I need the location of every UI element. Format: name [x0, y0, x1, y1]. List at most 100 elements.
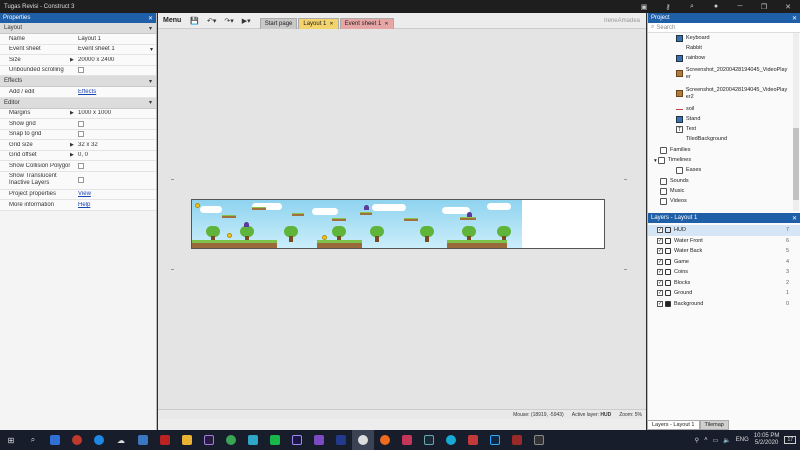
property-margins[interactable]: Margins ▶ 1000 x 1000	[0, 108, 156, 119]
app-icon[interactable]	[396, 430, 418, 450]
firefox-icon[interactable]	[374, 430, 396, 450]
project-item-timelines[interactable]: ▾ Timelines	[648, 155, 800, 165]
app-icon[interactable]	[242, 430, 264, 450]
app-icon[interactable]	[66, 430, 88, 450]
search-icon[interactable]: ⌕	[680, 0, 704, 13]
visibility-checkbox[interactable]: ✓	[657, 279, 663, 286]
property-show-translucent-inactive-layers[interactable]: Show Translucent Inactive Layers	[0, 171, 156, 190]
value-field[interactable]: 1000 x 1000	[78, 110, 156, 116]
undo-icon[interactable]: ↶▾	[203, 17, 220, 25]
visibility-checkbox[interactable]: ✓	[657, 258, 663, 265]
checkbox[interactable]	[78, 67, 84, 74]
app-icon[interactable]	[330, 430, 352, 450]
layer-water-front[interactable]: ✓ Water Front 6	[648, 236, 800, 247]
expand-icon[interactable]: ▶	[70, 57, 78, 63]
user-name[interactable]: IreneAmadea	[604, 18, 646, 24]
section-effects[interactable]: Effects ▾	[0, 76, 156, 87]
checkbox-cell[interactable]	[78, 131, 156, 138]
steam-icon[interactable]	[418, 430, 440, 450]
chevron-down-icon[interactable]: ▾	[149, 99, 152, 106]
after-effects-icon[interactable]	[286, 430, 308, 450]
close-icon[interactable]: ✕	[792, 15, 797, 22]
notes-icon[interactable]: ▣	[632, 0, 656, 13]
layer-background[interactable]: ✓ Background 0	[648, 299, 800, 310]
property-size[interactable]: Size ▶ 20000 x 2400	[0, 55, 156, 66]
property-more-information[interactable]: More information Help	[0, 200, 156, 211]
section-editor[interactable]: Editor ▾	[0, 97, 156, 109]
play-icon[interactable]: ▶▾	[238, 17, 255, 25]
close-tab-icon[interactable]: ✕	[384, 21, 388, 27]
expand-icon[interactable]: ▶	[70, 142, 78, 148]
layout-bounds[interactable]	[191, 199, 605, 249]
project-item-keyboard[interactable]: Keyboard	[648, 33, 800, 43]
explorer-icon[interactable]	[176, 430, 198, 450]
close-button[interactable]: ✕	[776, 0, 800, 13]
minimize-button[interactable]: ─	[728, 0, 752, 13]
expand-icon[interactable]: ▶	[70, 152, 78, 158]
tab-start-page[interactable]: Start page	[259, 17, 298, 29]
photoshop-icon[interactable]	[484, 430, 506, 450]
visibility-checkbox[interactable]: ✓	[657, 237, 663, 244]
scroll-thumb[interactable]	[793, 128, 799, 200]
checkbox[interactable]	[78, 177, 84, 183]
chrome-icon[interactable]	[220, 430, 242, 450]
property-show-grid[interactable]: Show grid	[0, 119, 156, 130]
property-grid-offset[interactable]: Grid offset ▶ 0, 0	[0, 150, 156, 161]
unlock-icon[interactable]	[665, 279, 671, 286]
close-tab-icon[interactable]: ✕	[329, 21, 333, 27]
unlock-icon[interactable]	[665, 269, 671, 276]
project-item-stand[interactable]: Stand	[648, 114, 800, 124]
volume-icon[interactable]: 🔈	[723, 437, 730, 444]
tab-layout-1[interactable]: Layout 1 ✕	[298, 17, 339, 29]
project-item-screenshot-20200428194045-videoplayer[interactable]: Screenshot_20200428194045_VideoPlayer	[648, 64, 800, 84]
property-add-edit[interactable]: Add / edit Effects	[0, 87, 156, 98]
project-scrollbar[interactable]	[793, 33, 799, 211]
tab-layers-layout-1[interactable]: Layers - Layout 1	[647, 420, 700, 430]
menu-button[interactable]: Menu	[158, 17, 186, 24]
chevron-down-icon[interactable]: ▾	[149, 25, 152, 32]
account-icon[interactable]: ●	[704, 0, 728, 13]
project-item-music[interactable]: Music	[648, 186, 800, 196]
section-layout[interactable]: Layout ▾	[0, 23, 156, 34]
visibility-checkbox[interactable]: ✓	[657, 248, 663, 255]
property-show-collision-polygons[interactable]: Show Collision Polygons	[0, 161, 156, 172]
unlock-icon[interactable]	[665, 237, 671, 244]
layer-hud[interactable]: ✓ HUD 7	[648, 225, 800, 236]
save-icon[interactable]: 💾	[186, 17, 203, 25]
layout-view[interactable]	[158, 29, 646, 409]
start-icon[interactable]: ⊞	[0, 430, 22, 450]
search-input[interactable]: Search	[656, 25, 675, 31]
value-field[interactable]: Event sheet 1 ▾	[78, 46, 156, 53]
unlock-icon[interactable]	[665, 227, 671, 234]
layer-blocks[interactable]: ✓ Blocks 2	[648, 278, 800, 289]
link-cell[interactable]: View	[78, 191, 156, 197]
value-field[interactable]: 20000 x 2400	[78, 57, 156, 63]
people-icon[interactable]: ⚲	[695, 437, 699, 444]
checkbox-cell[interactable]	[78, 120, 156, 127]
layer-coins[interactable]: ✓ Coins 3	[648, 267, 800, 278]
property-name[interactable]: Name Layout 1	[0, 34, 156, 45]
effects-link[interactable]: Effects	[78, 89, 96, 95]
mail-icon[interactable]	[132, 430, 154, 450]
layer-game[interactable]: ✓ Game 4	[648, 257, 800, 268]
project-item-videos[interactable]: Videos	[648, 197, 800, 207]
premiere-icon[interactable]	[198, 430, 220, 450]
checkbox-cell[interactable]	[78, 67, 156, 74]
maximize-button[interactable]: ❐	[752, 0, 776, 13]
tab-tilemap[interactable]: Tilemap	[699, 420, 729, 430]
property-grid-size[interactable]: Grid size ▶ 32 x 32	[0, 140, 156, 151]
line-icon[interactable]	[264, 430, 286, 450]
unlock-icon[interactable]	[665, 258, 671, 265]
app-icon[interactable]	[462, 430, 484, 450]
game-level-preview[interactable]	[192, 200, 522, 248]
property-unbounded-scrolling[interactable]: Unbounded scrolling	[0, 65, 156, 76]
visibility-checkbox[interactable]: ✓	[657, 290, 663, 297]
checkbox-cell[interactable]	[78, 177, 156, 183]
network-icon[interactable]: ▭	[713, 437, 719, 444]
unlock-icon[interactable]	[665, 248, 671, 255]
property-project-properties[interactable]: Project properties View	[0, 189, 156, 200]
search-icon[interactable]: ⌕	[22, 430, 44, 450]
layer-water-back[interactable]: ✓ Water Back 5	[648, 246, 800, 257]
checkbox-cell[interactable]	[78, 162, 156, 169]
link-cell[interactable]: Effects	[78, 89, 156, 95]
